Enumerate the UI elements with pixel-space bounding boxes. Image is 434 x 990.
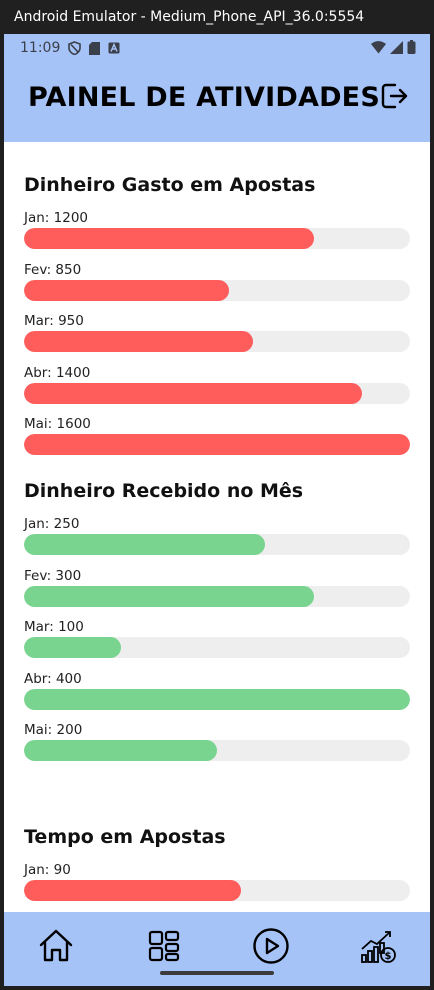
- bar-label: Mai: 200: [24, 722, 83, 738]
- progress-track: [24, 382, 410, 404]
- app-header: PAINEL DE ATIVIDADES: [4, 62, 430, 142]
- progress-fill: [24, 279, 229, 301]
- play-icon: [252, 927, 290, 970]
- emulator-title: Android Emulator - Medium_Phone_API_36.0…: [14, 9, 365, 25]
- gesture-handle: [160, 971, 274, 975]
- bottom-navigation: $: [4, 912, 430, 986]
- home-icon: [37, 927, 75, 970]
- emulator-title-bar: Android Emulator - Medium_Phone_API_36.0…: [0, 0, 434, 34]
- nav-home-button[interactable]: [34, 926, 78, 970]
- bar-label: Jan: 1200: [24, 210, 89, 226]
- nav-finance-button[interactable]: $: [356, 926, 400, 970]
- progress-fill: [24, 434, 410, 455]
- bar-label: Fev: 300: [24, 567, 82, 584]
- progress-fill: [24, 534, 265, 555]
- progress-track: [24, 740, 410, 761]
- grid-icon: [148, 930, 180, 967]
- progress-fill: [24, 382, 362, 404]
- progress-fill: [24, 585, 314, 607]
- battery-icon: [407, 40, 416, 58]
- page-title: PAINEL DE ATIVIDADES: [28, 82, 380, 113]
- progress-track: [24, 688, 410, 710]
- bar-label: Abr: 1400: [24, 364, 91, 381]
- section-title: Tempo em Apostas: [24, 826, 226, 848]
- stats-money-icon: $: [359, 927, 397, 970]
- progress-track: [24, 880, 410, 901]
- progress-track: [24, 228, 410, 249]
- logout-icon: [379, 81, 409, 116]
- progress-track: [24, 585, 410, 607]
- wifi-icon: [371, 40, 386, 58]
- bar-label: Jan: 90: [24, 862, 71, 878]
- bar-label: Jan: 250: [24, 516, 80, 532]
- progress-track: [24, 434, 410, 455]
- nav-play-button[interactable]: [249, 926, 293, 970]
- sd-card-icon: [89, 41, 101, 55]
- progress-fill: [24, 880, 241, 901]
- activity-panel: Dinheiro Gasto em Apostas Jan: 1200 Fev: 8…: [4, 142, 430, 912]
- progress-fill: [24, 331, 253, 352]
- bar-label: Mai: 1600: [24, 416, 91, 432]
- progress-track: [24, 331, 410, 352]
- bar-label: Mar: 100: [24, 619, 84, 635]
- shield-icon: [68, 41, 82, 55]
- progress-fill: [24, 228, 314, 249]
- nav-dashboard-button[interactable]: [142, 926, 186, 970]
- progress-fill: [24, 637, 121, 658]
- status-time: 11:09: [20, 40, 61, 56]
- bar-label: Abr: 400: [24, 670, 82, 687]
- signal-icon: [390, 40, 403, 58]
- app-notification-icon: [108, 42, 120, 54]
- section-title: Dinheiro Gasto em Apostas: [24, 174, 316, 196]
- progress-track: [24, 637, 410, 658]
- progress-fill: [24, 688, 410, 710]
- section-title: Dinheiro Recebido no Mês: [24, 480, 304, 502]
- svg-text:$: $: [385, 951, 392, 962]
- progress-track: [24, 534, 410, 555]
- progress-track: [24, 279, 410, 301]
- bar-label: Fev: 850: [24, 261, 82, 278]
- progress-fill: [24, 740, 217, 761]
- bar-label: Mar: 950: [24, 313, 84, 329]
- logout-button[interactable]: [378, 82, 410, 114]
- status-bar: 11:09: [4, 34, 430, 62]
- phone-screen: 11:09 PAINEL DE ATIVIDADES Dinheiro Gast…: [4, 34, 430, 986]
